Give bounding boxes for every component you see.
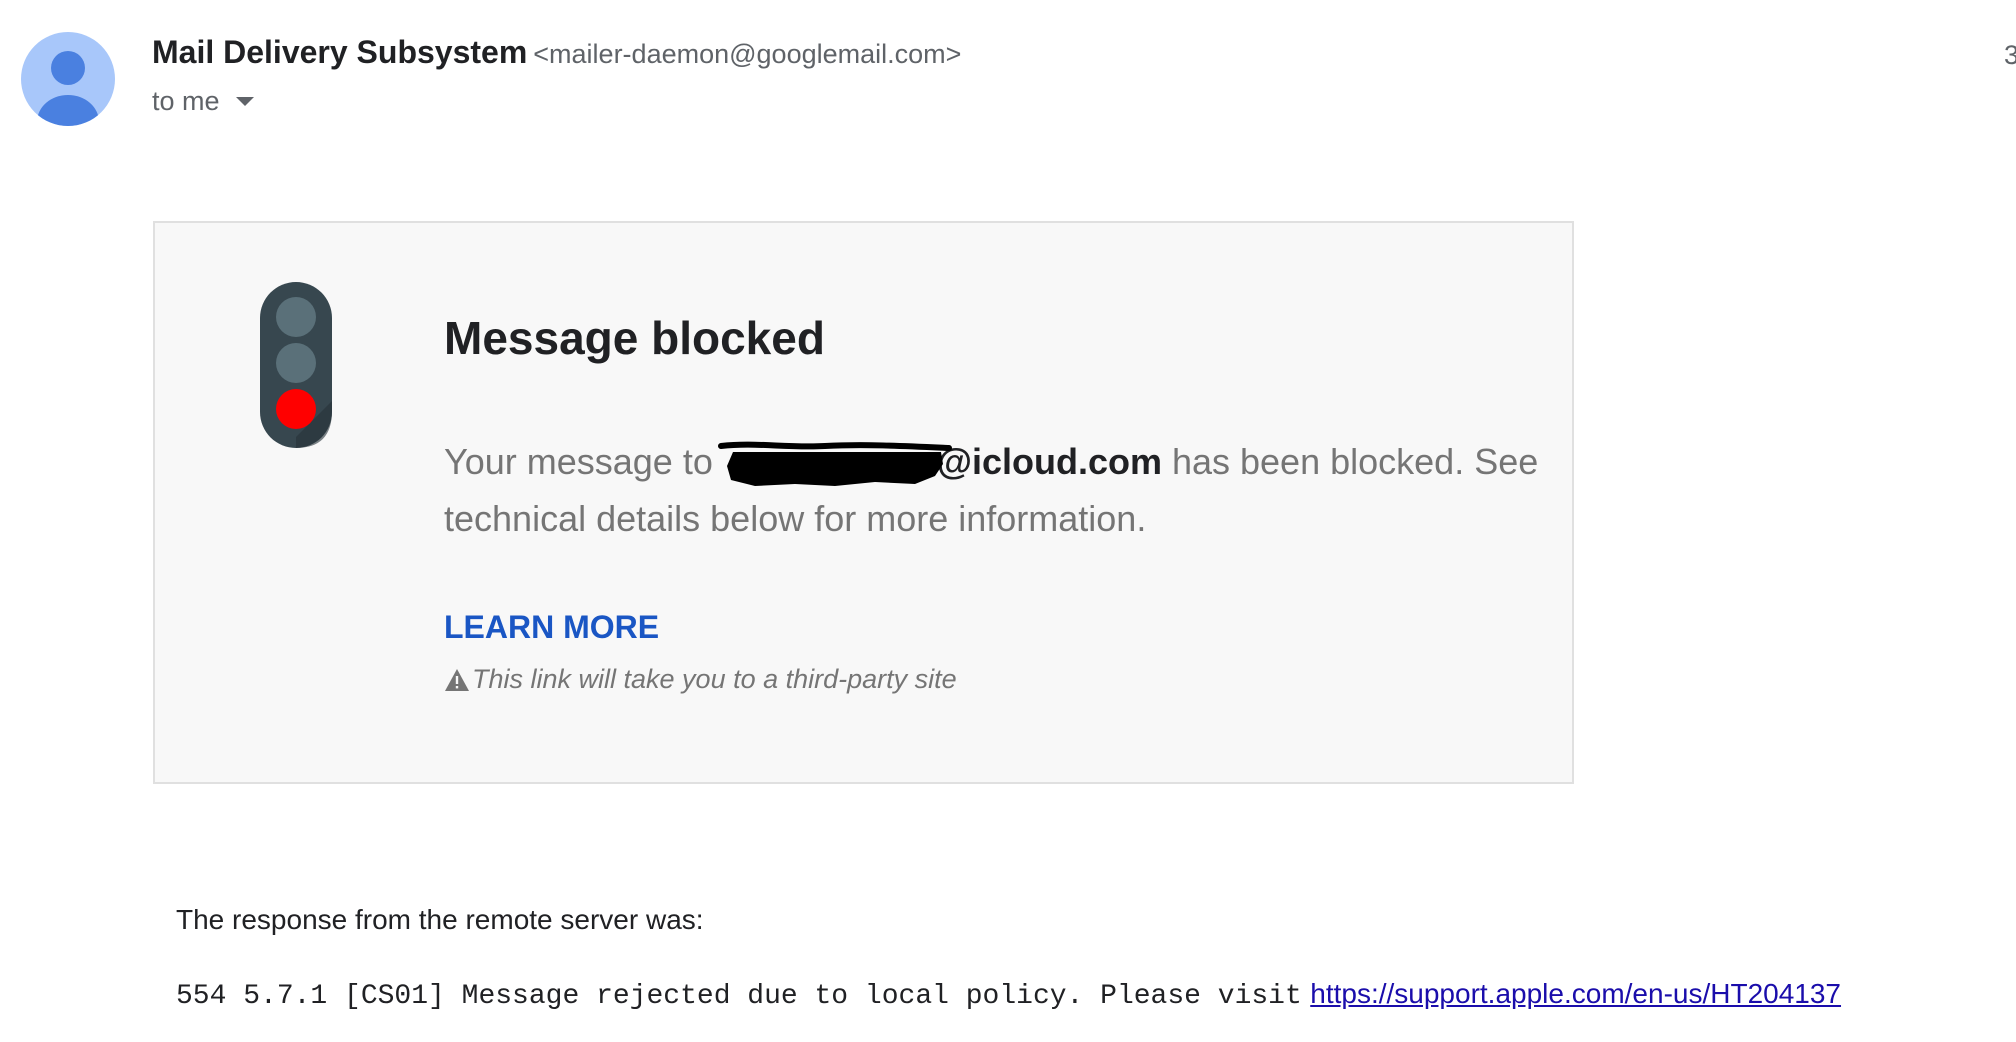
server-response-code: 554 5.7.1 [CS01] Message rejected due to… <box>176 981 1302 1012</box>
response-line: 554 5.7.1 [CS01] Message rejected due to… <box>176 978 1841 1012</box>
redaction-scribble-icon <box>717 441 952 486</box>
sender-name[interactable]: Mail Delivery Subsystem <box>152 34 527 70</box>
response-label: The response from the remote server was: <box>176 904 704 935</box>
blocked-recipient-address: @icloud.com <box>936 441 1162 482</box>
recipient-details-toggle[interactable]: to me <box>152 86 254 117</box>
warning-text: This link will take you to a third-party… <box>472 664 957 694</box>
avatar-person-icon <box>21 32 115 126</box>
learn-more-link[interactable]: LEARN MORE <box>444 609 659 646</box>
sender-email: <mailer-daemon@googlemail.com> <box>533 39 962 69</box>
redacted-username <box>717 441 952 486</box>
chevron-down-icon[interactable] <box>235 97 254 106</box>
notice-title: Message blocked <box>444 312 825 364</box>
email-view: Mail Delivery Subsystem <mailer-daemon@go… <box>0 0 2016 1042</box>
sender-row: Mail Delivery Subsystem <mailer-daemon@go… <box>152 34 961 71</box>
notice-body-prefix: Your message to <box>444 441 723 482</box>
avatar[interactable] <box>21 32 115 126</box>
timestamp: 3 <box>2004 40 2016 70</box>
warning-icon <box>445 668 469 691</box>
support-link[interactable]: https://support.apple.com/en-us/HT204137 <box>1310 978 1841 1009</box>
blocked-notice-card: Message blocked Your message to @icloud.… <box>153 221 1574 784</box>
notice-body: Your message to @icloud.com has been blo… <box>444 433 1544 547</box>
third-party-warning: This link will take you to a third-party… <box>444 664 957 695</box>
traffic-light-icon <box>260 282 332 448</box>
recipient-label: to me <box>152 86 220 116</box>
